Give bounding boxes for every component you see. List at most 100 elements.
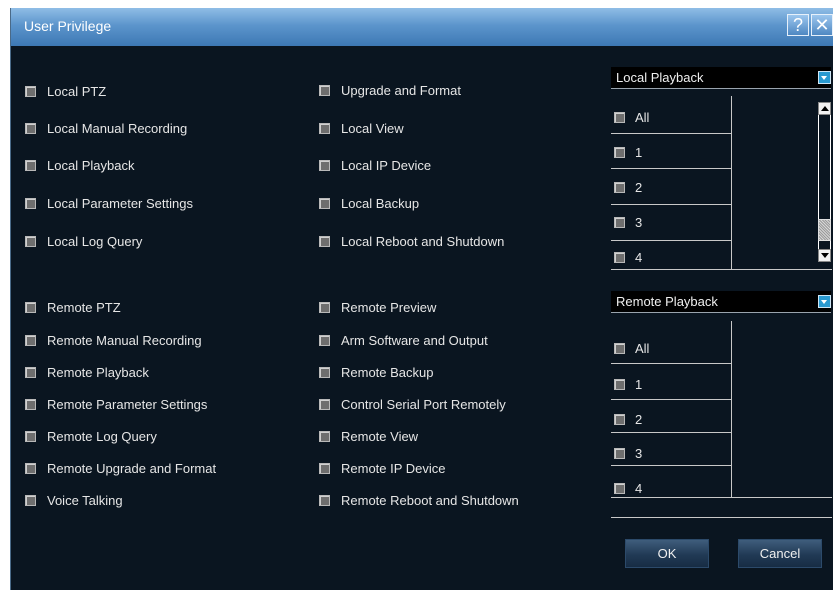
checkbox-icon[interactable] [319,366,330,378]
privilege-label: Remote Manual Recording [47,332,202,348]
channel-label: 1 [635,376,643,392]
checkbox-icon[interactable] [25,122,36,134]
privilege-label: Local View [341,120,404,136]
privilege-local-ip-device[interactable]: Local IP Device [319,156,431,174]
privilege-arm-software-and-output[interactable]: Arm Software and Output [319,331,488,349]
checkbox-icon[interactable] [319,398,330,410]
privilege-label: Remote Parameter Settings [47,396,208,412]
checkbox-icon[interactable] [25,398,36,410]
privilege-local-backup[interactable]: Local Backup [319,194,419,212]
checkbox-icon[interactable] [614,482,625,494]
remote-playback-select[interactable]: Remote Playback [611,291,831,313]
privilege-remote-backup[interactable]: Remote Backup [319,363,434,381]
privilege-voice-talking[interactable]: Voice Talking [25,491,123,509]
privilege-local-reboot-and-shutdown[interactable]: Local Reboot and Shutdown [319,232,504,250]
privilege-remote-log-query[interactable]: Remote Log Query [25,427,157,445]
privilege-upgrade-and-format[interactable]: Upgrade and Format [319,81,461,99]
checkbox-icon[interactable] [614,111,625,123]
privilege-remote-preview[interactable]: Remote Preview [319,298,436,316]
privilege-label: Remote Upgrade and Format [47,460,217,476]
checkbox-icon[interactable] [25,159,36,171]
checkbox-icon[interactable] [614,181,625,193]
privilege-remote-parameter-settings[interactable]: Remote Parameter Settings [25,395,207,413]
remote-channel-2[interactable]: 2 [614,410,642,428]
privilege-remote-playback[interactable]: Remote Playback [25,363,149,381]
privilege-control-serial-port-remotely[interactable]: Control Serial Port Remotely [319,395,506,413]
checkbox-icon[interactable] [614,216,625,228]
checkbox-icon[interactable] [319,301,330,313]
scroll-down-icon[interactable] [818,249,831,262]
local-channel-all[interactable]: All [614,108,649,126]
checkbox-icon[interactable] [319,334,330,346]
scroll-up-icon[interactable] [818,102,831,115]
channel-label: 2 [635,411,643,427]
checkbox-icon[interactable] [319,430,330,442]
checkbox-icon[interactable] [25,430,36,442]
dialog-title: User Privilege [24,18,112,34]
remote-channel-3[interactable]: 3 [614,444,642,462]
checkbox-icon[interactable] [614,378,625,390]
help-icon[interactable]: ? [787,14,809,36]
privilege-label: Local Backup [341,195,420,211]
checkbox-icon[interactable] [614,413,625,425]
list-divider [731,321,732,497]
checkbox-icon[interactable] [25,85,36,97]
checkbox-icon[interactable] [319,235,330,247]
remote-playback-channel-list: All 1 2 3 4 [611,321,832,519]
privilege-remote-reboot-and-shutdown[interactable]: Remote Reboot and Shutdown [319,491,519,509]
privilege-remote-ptz[interactable]: Remote PTZ [25,298,121,316]
ok-button[interactable]: OK [625,539,709,568]
privilege-local-ptz[interactable]: Local PTZ [25,82,106,100]
checkbox-icon[interactable] [25,462,36,474]
row-separator [611,204,731,205]
checkbox-icon[interactable] [319,494,330,506]
local-playback-select-value: Local Playback [616,70,704,85]
checkbox-icon[interactable] [25,366,36,378]
checkbox-icon[interactable] [25,235,36,247]
remote-playback-select-value: Remote Playback [616,294,718,309]
checkbox-icon[interactable] [319,122,330,134]
local-channel-3[interactable]: 3 [614,213,642,231]
channel-label: 4 [635,249,643,265]
privilege-local-view[interactable]: Local View [319,119,404,137]
checkbox-icon[interactable] [25,494,36,506]
local-channel-4[interactable]: 4 [614,248,642,266]
local-channel-scrollbar[interactable] [818,102,831,262]
checkbox-icon[interactable] [319,462,330,474]
privilege-label: Control Serial Port Remotely [341,396,506,412]
checkbox-icon[interactable] [25,197,36,209]
scroll-thumb[interactable] [818,219,831,241]
cancel-button[interactable]: Cancel [738,539,822,568]
local-channel-1[interactable]: 1 [614,143,642,161]
checkbox-icon[interactable] [614,447,625,459]
close-icon[interactable]: ✕ [811,14,833,36]
checkbox-icon[interactable] [319,159,330,171]
checkbox-icon[interactable] [614,146,625,158]
dropdown-arrow-icon[interactable] [818,295,831,308]
privilege-remote-upgrade-and-format[interactable]: Remote Upgrade and Format [25,459,216,477]
checkbox-icon[interactable] [25,301,36,313]
user-privilege-dialog: User Privilege ? ✕ Local PTZ Local Manua… [10,8,833,590]
privilege-remote-manual-recording[interactable]: Remote Manual Recording [25,331,202,349]
row-separator [611,465,731,466]
channel-label: 1 [635,144,643,160]
privilege-local-manual-recording[interactable]: Local Manual Recording [25,119,187,137]
privilege-label: Remote Log Query [47,428,157,444]
privilege-local-playback[interactable]: Local Playback [25,156,134,174]
privilege-remote-ip-device[interactable]: Remote IP Device [319,459,446,477]
row-separator [611,168,731,169]
remote-channel-1[interactable]: 1 [614,375,642,393]
remote-channel-all[interactable]: All [614,339,649,357]
checkbox-icon[interactable] [319,84,330,96]
checkbox-icon[interactable] [319,197,330,209]
privilege-local-log-query[interactable]: Local Log Query [25,232,142,250]
checkbox-icon[interactable] [614,342,625,354]
local-channel-2[interactable]: 2 [614,178,642,196]
privilege-remote-view[interactable]: Remote View [319,427,418,445]
checkbox-icon[interactable] [614,251,625,263]
local-playback-select[interactable]: Local Playback [611,67,831,89]
dropdown-arrow-icon[interactable] [818,71,831,84]
checkbox-icon[interactable] [25,334,36,346]
privilege-local-parameter-settings[interactable]: Local Parameter Settings [25,194,193,212]
remote-channel-4[interactable]: 4 [614,479,642,497]
